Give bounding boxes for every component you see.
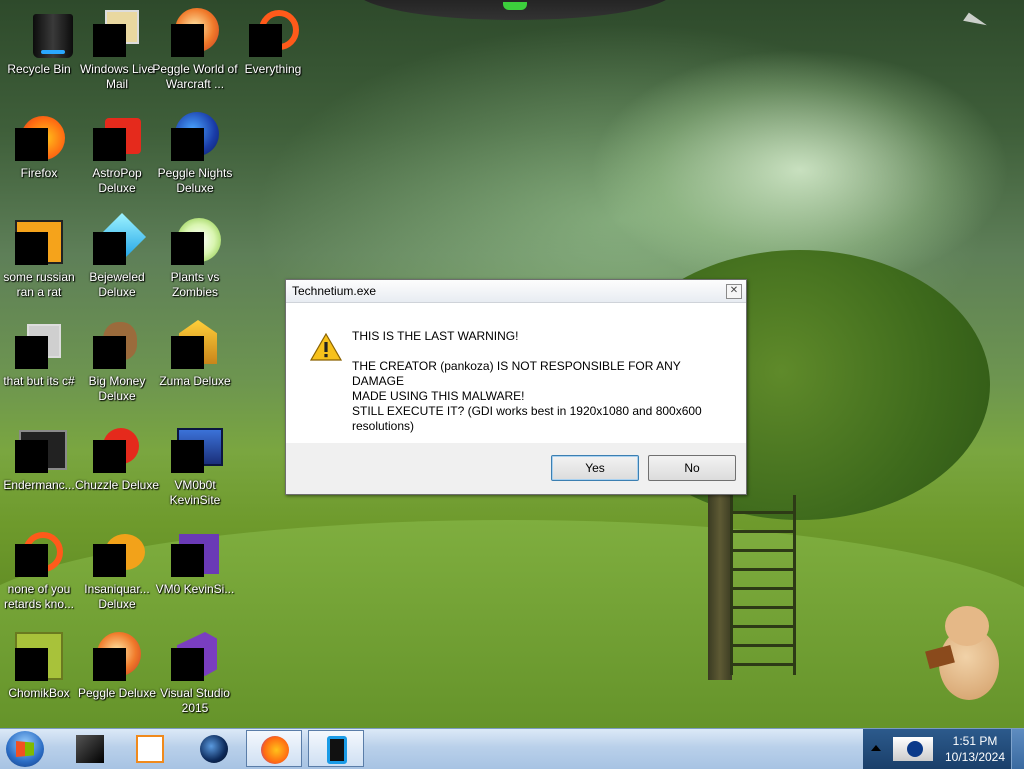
desktop-icon-label: VM0 KevinSi... xyxy=(155,582,235,596)
desktop-icon-label: Chuzzle Deluxe xyxy=(74,478,160,492)
message-line: STILL EXECUTE IT? (GDI works best in 192… xyxy=(352,404,702,418)
astropop-icon xyxy=(93,112,141,161)
everything-search-icon xyxy=(249,8,299,57)
peggle-nights-icon xyxy=(171,112,219,161)
desktop-icon-bejeweled[interactable]: Bejeweled Deluxe xyxy=(78,212,156,312)
desktop-icon-insaniquarium[interactable]: Insaniquar... Deluxe xyxy=(78,524,156,624)
red-circle-icon xyxy=(15,528,63,577)
no-button[interactable]: No xyxy=(648,455,736,481)
phone-icon xyxy=(327,736,347,764)
peggle-icon xyxy=(93,632,141,681)
plants-vs-zombies-icon xyxy=(171,216,221,265)
warning-icon xyxy=(310,333,342,361)
dialog-button-bar: Yes No xyxy=(286,443,746,494)
vm-icon xyxy=(171,424,223,473)
desktop-icon-label: Windows Live Mail xyxy=(79,62,155,91)
black-box-icon xyxy=(76,735,104,763)
taskbar-item-phone-app[interactable] xyxy=(308,730,364,767)
bejeweled-icon xyxy=(93,212,147,265)
desktop-icon-recycle-bin[interactable]: Recycle Bin xyxy=(0,4,78,104)
show-desktop-button[interactable] xyxy=(1011,729,1024,769)
desktop-icon-windows-live-mail[interactable]: Windows Live Mail xyxy=(78,4,156,104)
message-line: resolutions) xyxy=(352,419,415,433)
desktop-icon-label: Big Money Deluxe xyxy=(88,374,146,403)
money-bag-icon xyxy=(93,320,141,369)
desktop-background: Recycle Bin Firefox some russian ran a r… xyxy=(0,0,1024,728)
desktop-icon-everything[interactable]: Everything xyxy=(234,4,312,104)
vm-purple-icon xyxy=(171,528,219,577)
desktop-icon-vm0b0t[interactable]: VM0b0t KevinSite xyxy=(156,420,234,520)
clock-date: 10/13/2024 xyxy=(944,750,1006,764)
desktop-icon-label: Bejeweled Deluxe xyxy=(89,270,145,299)
message-line: MADE USING THIS MALWARE! xyxy=(352,389,525,403)
desktop-icon-chomikbox[interactable]: ChomikBox xyxy=(0,628,78,728)
chevron-up-icon[interactable] xyxy=(871,745,881,751)
taskbar-item-black-box-app[interactable] xyxy=(62,730,118,767)
top-dock-indicator xyxy=(503,2,527,10)
desktop-icon-label: Everything xyxy=(244,62,302,76)
mouse-pointer-icon xyxy=(963,12,987,34)
chuzzle-icon xyxy=(93,424,141,473)
recycle-bin-icon xyxy=(15,8,73,58)
dialog-title-bar[interactable]: Technetium.exe ✕ xyxy=(286,280,746,303)
desktop-icon-label: Insaniquar... Deluxe xyxy=(84,582,150,611)
clock[interactable]: 1:51 PM 10/13/2024 xyxy=(943,733,1007,765)
desktop-icon-peggle-deluxe[interactable]: Peggle Deluxe xyxy=(78,628,156,728)
desktop-icon-endermanc[interactable]: Endermanc... xyxy=(0,420,78,520)
desktop-icon-that-but-its-csharp[interactable]: that but its c# xyxy=(0,316,78,416)
desktop-icon-label: VM0b0t KevinSite xyxy=(169,478,221,507)
taskbar-item-media-player[interactable] xyxy=(122,730,178,767)
dialog-title: Technetium.exe xyxy=(292,284,377,298)
firefox-icon xyxy=(261,736,289,764)
desktop-icon-some-russian-ran-a-rat[interactable]: some russian ran a rat xyxy=(0,212,78,312)
treehouse-ladder xyxy=(730,495,796,675)
application-icon xyxy=(15,216,63,265)
taskbar-item-firefox[interactable] xyxy=(246,730,302,767)
taskbar: 1:51 PM 10/13/2024 xyxy=(0,728,1024,769)
desktop-icon-peggle-nights[interactable]: Peggle Nights Deluxe xyxy=(156,108,234,208)
message-line: THIS IS THE LAST WARNING! xyxy=(352,329,519,343)
desktop-icon-vm0-kevinsite[interactable]: VM0 KevinSi... xyxy=(156,524,234,624)
desktop-icon-peggle-wow[interactable]: Peggle World of Warcraft ... xyxy=(152,4,238,104)
desktop-icon-big-money[interactable]: Big Money Deluxe xyxy=(78,316,156,416)
desktop-icon-label: Peggle Nights Deluxe xyxy=(157,166,233,195)
taskbar-item-dark-orb-app[interactable] xyxy=(186,730,242,767)
desktop-icon-visual-studio[interactable]: Visual Studio 2015 xyxy=(156,628,234,728)
terminal-icon xyxy=(15,424,67,473)
stacked-windows-icon xyxy=(15,320,63,369)
desktop-icon-none-of-you[interactable]: none of you retards kno... xyxy=(0,524,78,624)
desktop-icon-label: Peggle Deluxe xyxy=(77,686,157,700)
network-icon[interactable] xyxy=(893,737,933,761)
desktop-icon-plants-vs-zombies[interactable]: Plants vs Zombies xyxy=(156,212,234,312)
warning-dialog: Technetium.exe ✕ THIS IS THE LAST WARNIN… xyxy=(285,279,747,495)
desktop-icon-chuzzle[interactable]: Chuzzle Deluxe xyxy=(75,420,159,520)
desktop-icon-label: Visual Studio 2015 xyxy=(160,686,230,715)
desktop-icon-astropop[interactable]: AstroPop Deluxe xyxy=(78,108,156,208)
close-icon[interactable]: ✕ xyxy=(726,284,742,299)
mail-icon xyxy=(93,8,141,57)
hamster-reading-icon xyxy=(925,606,1001,702)
chomikbox-icon xyxy=(15,632,63,681)
start-button[interactable] xyxy=(6,731,44,767)
yes-button[interactable]: Yes xyxy=(551,455,639,481)
desktop-icon-label: Plants vs Zombies xyxy=(170,270,220,299)
zuma-icon xyxy=(171,320,219,369)
desktop-icon-zuma[interactable]: Zuma Deluxe xyxy=(156,316,234,416)
desktop-icon-label: AstroPop Deluxe xyxy=(92,166,142,195)
fish-icon xyxy=(93,528,145,577)
clock-time: 1:51 PM xyxy=(952,734,998,748)
peggle-wow-icon xyxy=(171,8,219,57)
visual-studio-icon xyxy=(171,632,219,681)
media-player-icon xyxy=(136,735,164,763)
system-tray: 1:51 PM 10/13/2024 xyxy=(863,729,1024,769)
desktop-icon-label: Zuma Deluxe xyxy=(159,374,231,388)
dialog-message: THIS IS THE LAST WARNING! THE CREATOR (p… xyxy=(352,329,732,434)
dark-orb-icon xyxy=(200,735,228,763)
top-dock-bar xyxy=(355,0,675,20)
message-line: THE CREATOR (pankoza) IS NOT RESPONSIBLE… xyxy=(352,359,681,388)
desktop-icon-label: Peggle World of Warcraft ... xyxy=(152,62,238,91)
desktop-icon-firefox[interactable]: Firefox xyxy=(0,108,78,208)
dialog-body: THIS IS THE LAST WARNING! THE CREATOR (p… xyxy=(286,303,746,443)
firefox-icon xyxy=(15,112,65,161)
